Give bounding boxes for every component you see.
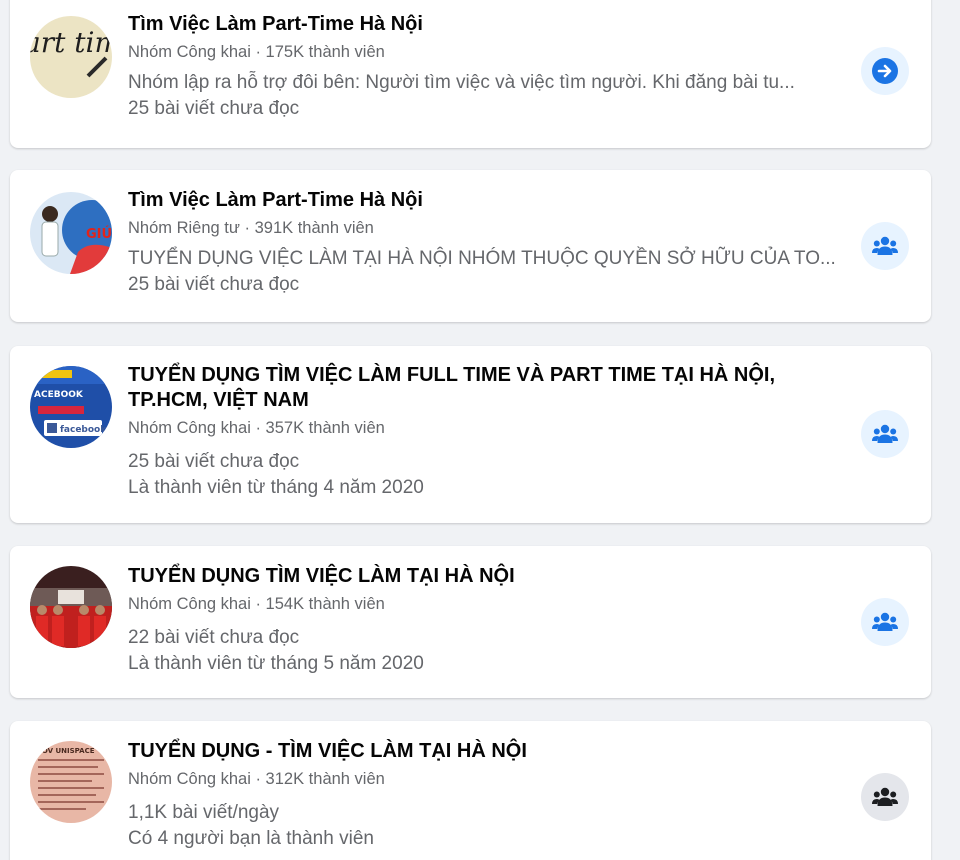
group-button[interactable] [861, 773, 909, 821]
group-avatar-image: ACEBOOK facebook [30, 366, 112, 448]
group-button[interactable] [861, 598, 909, 646]
avatar-text: HOV UNISPACE [36, 747, 95, 755]
group-icon [872, 424, 898, 443]
group-card[interactable]: TUYỂN DỤNG TÌM VIỆC LÀM TẠI HÀ NỘI Nhóm … [10, 546, 931, 698]
group-avatar[interactable]: HOV UNISPACE [30, 741, 112, 823]
group-description: Nhóm lập ra hỗ trợ đôi bên: Người tìm vi… [128, 72, 795, 93]
group-meta: Nhóm Công khai · 357K thành viên [128, 419, 385, 437]
group-posts: 22 bài viết chưa đọc [128, 627, 300, 648]
group-avatar-image: art time job [30, 16, 112, 98]
group-meta: Nhóm Công khai · 154K thành viên [128, 595, 385, 613]
group-info: TUYỂN DỤNG - TÌM VIỆC LÀM TẠI HÀ NỘI Nhó… [128, 739, 841, 852]
group-card[interactable]: art time job Tìm Việc Làm Part-Time Hà N… [10, 0, 931, 148]
group-meta: Nhóm Công khai · 175K thành viên [128, 43, 385, 61]
group-icon [872, 612, 898, 631]
group-name[interactable]: TUYỂN DỤNG TÌM VIỆC LÀM TẠI HÀ NỘI [128, 564, 841, 589]
group-membership: Là thành viên từ tháng 5 năm 2020 [128, 653, 424, 674]
group-posts: 25 bài viết chưa đọc [128, 98, 300, 119]
group-avatar-image [30, 566, 112, 648]
group-info: TUYỂN DỤNG TÌM VIỆC LÀM TẠI HÀ NỘI Nhóm … [128, 564, 841, 677]
avatar-text: GIÚ [86, 226, 112, 242]
group-membership: Là thành viên từ tháng 4 năm 2020 [128, 477, 424, 498]
group-avatar-image: HOV UNISPACE [30, 741, 112, 823]
group-avatar[interactable]: GIÚ [30, 192, 112, 274]
visit-group-button[interactable] [861, 47, 909, 95]
group-card[interactable]: GIÚ Tìm Việc Làm Part-Time Hà Nội Nhóm R… [10, 170, 931, 322]
group-name[interactable]: Tìm Việc Làm Part-Time Hà Nội [128, 188, 841, 213]
avatar-text: art time job [30, 26, 112, 59]
group-friends: Có 4 người bạn là thành viên [128, 828, 374, 849]
group-card[interactable]: ACEBOOK facebook TUYỂN DỤNG TÌM VIỆC LÀM… [10, 346, 931, 523]
group-posts: 25 bài viết chưa đọc [128, 451, 300, 472]
group-name[interactable]: Tìm Việc Làm Part-Time Hà Nội [128, 12, 841, 37]
arrow-right-icon [872, 58, 898, 84]
group-avatar[interactable] [30, 566, 112, 648]
group-posts: 25 bài viết chưa đọc [128, 274, 300, 295]
avatar-text-2: facebook [60, 425, 107, 435]
group-avatar[interactable]: ACEBOOK facebook [30, 366, 112, 448]
group-card[interactable]: HOV UNISPACE TUYỂN DỤNG - TÌM VIỆC LÀM T… [10, 721, 931, 860]
group-name[interactable]: TUYỂN DỤNG - TÌM VIỆC LÀM TẠI HÀ NỘI [128, 739, 841, 764]
group-info: Tìm Việc Làm Part-Time Hà Nội Nhóm Riêng… [128, 188, 841, 298]
group-icon [872, 236, 898, 255]
group-button[interactable] [861, 222, 909, 270]
group-icon [872, 787, 898, 806]
group-post-frequency: 1,1K bài viết/ngày [128, 802, 280, 823]
group-avatar[interactable]: art time job [30, 16, 112, 98]
group-name[interactable]: TUYỂN DỤNG TÌM VIỆC LÀM FULL TIME VÀ PAR… [128, 363, 841, 413]
groups-list: art time job Tìm Việc Làm Part-Time Hà N… [0, 0, 960, 860]
group-description: TUYỂN DỤNG VIỆC LÀM TẠI HÀ NỘI NHÓM THUỘ… [128, 248, 836, 269]
group-meta: Nhóm Công khai · 312K thành viên [128, 770, 385, 788]
group-info: Tìm Việc Làm Part-Time Hà Nội Nhóm Công … [128, 12, 841, 122]
avatar-text: ACEBOOK [34, 390, 84, 400]
group-info: TUYỂN DỤNG TÌM VIỆC LÀM FULL TIME VÀ PAR… [128, 363, 841, 501]
group-avatar-image: GIÚ [30, 192, 112, 274]
group-meta: Nhóm Riêng tư · 391K thành viên [128, 219, 374, 237]
group-button[interactable] [861, 410, 909, 458]
